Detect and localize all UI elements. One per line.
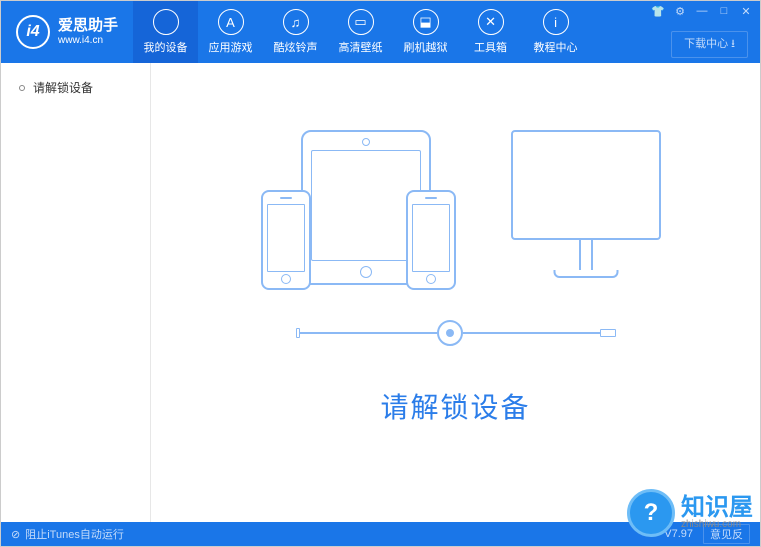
nav-wallpapers[interactable]: ▭ 高清壁纸 [328,1,393,63]
body-area: 请解锁设备 [1,63,760,522]
block-itunes-label[interactable]: 阻止iTunes自动运行 [25,526,124,542]
titlebar: i4 爱思助手 www.i4.cn 我的设备 A 应用游戏 ♫ 酷炫铃声 ▭ 高… [1,1,760,63]
settings-icon[interactable]: ⚙ [670,3,690,19]
sidebar-item-label: 请解锁设备 [33,79,93,96]
app-window: i4 爱思助手 www.i4.cn 我的设备 A 应用游戏 ♫ 酷炫铃声 ▭ 高… [0,0,761,547]
download-center-button[interactable]: 下载中心 ⭳ [671,31,748,58]
minimize-icon[interactable]: — [692,3,712,19]
skin-icon[interactable]: 👕 [648,3,668,19]
phone-icon [406,190,456,290]
main-nav: 我的设备 A 应用游戏 ♫ 酷炫铃声 ▭ 高清壁纸 ⬓ 刷机越狱 ✕ 工具箱 [133,1,588,63]
watermark-icon: ? [627,489,675,537]
download-icon: ⭳ [731,38,735,50]
tools-icon: ✕ [478,9,504,35]
box-icon: ⬓ [413,9,439,35]
phone-icon [261,190,311,290]
apple-icon [153,9,179,35]
nav-jailbreak[interactable]: ⬓ 刷机越狱 [393,1,458,63]
check-icon[interactable]: ⊘ [11,528,20,541]
content-area: 请解锁设备 [151,63,760,522]
watermark-url: zhishiwu.com [681,520,753,530]
nav-ringtones[interactable]: ♫ 酷炫铃声 [263,1,328,63]
bell-icon: ♫ [283,9,309,35]
window-controls: 👕 ⚙ — □ ✕ [648,3,756,19]
nav-toolbox[interactable]: ✕ 工具箱 [458,1,523,63]
appstore-icon: A [218,9,244,35]
logo-area[interactable]: i4 爱思助手 www.i4.cn [1,15,133,49]
unlock-message: 请解锁设备 [380,386,530,426]
logo-icon: i4 [16,15,50,49]
watermark: ? 知识屋 zhishiwu.com [627,489,753,537]
watermark-title: 知识屋 [681,496,753,520]
nav-apps-games[interactable]: A 应用游戏 [198,1,263,63]
close-icon[interactable]: ✕ [736,3,756,19]
device-illustration [236,130,676,346]
cable-icon [296,320,616,346]
nav-tutorials[interactable]: i 教程中心 [523,1,588,63]
sidebar-item-unlock[interactable]: 请解锁设备 [1,75,150,100]
sidebar: 请解锁设备 [1,63,151,522]
bullet-icon [19,85,25,91]
monitor-icon [511,130,661,290]
logo-text: 爱思助手 www.i4.cn [58,18,118,46]
image-icon: ▭ [348,9,374,35]
info-icon: i [543,9,569,35]
nav-my-device[interactable]: 我的设备 [133,1,198,63]
maximize-icon[interactable]: □ [714,3,734,19]
